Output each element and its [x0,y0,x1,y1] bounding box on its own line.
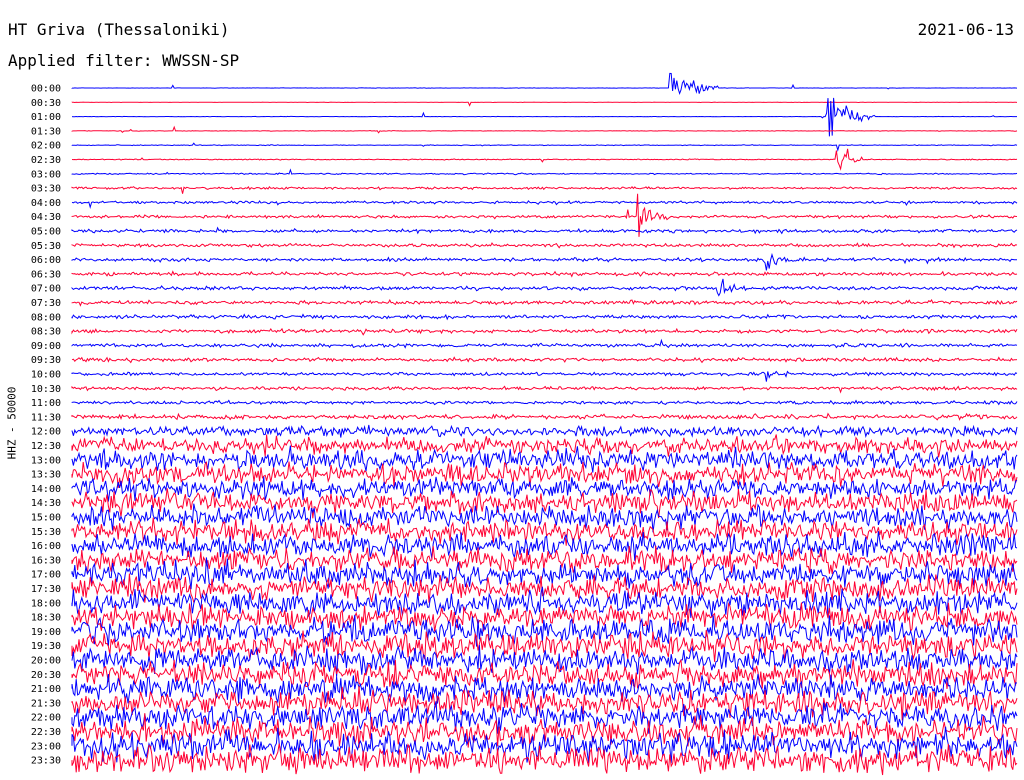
trace-line-1030 [71,385,1018,394]
time-tick-label: 12:00 [31,427,61,438]
trace-line-1100 [71,399,1018,406]
time-tick-label: 02:30 [31,155,61,166]
time-tick-label: 03:30 [31,184,61,195]
trace-line-0800 [71,313,1018,321]
time-tick-label: 22:00 [31,713,61,724]
time-tick-label: 08:00 [31,312,61,323]
trace-line-0730 [71,299,1018,307]
trace-line-1130 [71,412,1018,421]
helicorder-plot: 00:00 00:30 01:00 01:30 02:00 02:30 03:00 03:30… [31,72,1018,776]
trace-line-1230 [71,434,1018,458]
trace-line-0000 [71,72,1018,96]
trace-line-1600 [71,531,1018,561]
time-tick-label: 14:30 [31,498,61,509]
time-tick-labels: 00:00 00:30 01:00 01:30 02:00 02:30 03:00 03:30… [31,84,61,767]
time-tick-label: 07:30 [31,298,61,309]
time-tick-label: 02:00 [31,141,61,152]
trace-line-2200 [71,701,1018,734]
trace-line-0230 [71,148,1018,171]
trace-line-0830 [71,327,1018,336]
time-tick-label: 20:00 [31,656,61,667]
time-tick-label: 08:30 [31,327,61,338]
time-tick-label: 04:00 [31,198,61,209]
time-tick-label: 23:30 [31,756,61,767]
time-tick-label: 14:00 [31,484,61,495]
trace-group [71,72,1018,776]
time-tick-label: 11:00 [31,398,61,409]
trace-line-2000 [71,644,1018,677]
trace-line-0300 [71,168,1018,176]
trace-line-0600 [71,252,1017,271]
trace-line-0430 [71,193,1018,237]
time-tick-label: 21:30 [31,698,61,709]
time-tick-label: 19:00 [31,627,61,638]
time-tick-label: 06:00 [31,255,61,266]
time-tick-label: 09:30 [31,355,61,366]
time-tick-label: 06:30 [31,269,61,280]
time-tick-label: 18:30 [31,613,61,624]
trace-line-1000 [71,370,1018,382]
time-tick-label: 03:00 [31,169,61,180]
time-tick-label: 04:30 [31,212,61,223]
time-tick-label: 16:00 [31,541,61,552]
trace-line-0530 [71,242,1018,249]
trace-line-0130 [71,125,1018,134]
trace-line-0330 [71,185,1018,194]
time-tick-label: 12:30 [31,441,61,452]
trace-line-0200 [71,142,1018,152]
trace-line-0900 [71,338,1018,349]
trace-line-0500 [71,226,1018,235]
trace-line-0930 [71,356,1018,364]
time-tick-label: 07:00 [31,284,61,295]
time-tick-label: 17:00 [31,570,61,581]
time-tick-label: 05:00 [31,227,61,238]
trace-line-1330 [71,461,1018,488]
time-tick-label: 20:30 [31,670,61,681]
time-tick-label: 21:00 [31,684,61,695]
trace-line-1930 [71,630,1018,662]
time-tick-label: 09:00 [31,341,61,352]
time-tick-label: 13:30 [31,470,61,481]
time-tick-label: 10:00 [31,370,61,381]
time-tick-label: 05:30 [31,241,61,252]
time-tick-label: 01:30 [31,126,61,137]
time-tick-label: 15:00 [31,513,61,524]
time-tick-label: 01:00 [31,112,61,123]
time-tick-label: 11:30 [31,412,61,423]
time-tick-label: 00:30 [31,98,61,109]
time-tick-label: 16:30 [31,555,61,566]
time-tick-label: 22:30 [31,727,61,738]
trace-line-2330 [71,743,1018,776]
trace-line-0400 [71,199,1018,210]
trace-line-1200 [71,424,1018,439]
time-tick-label: 10:30 [31,384,61,395]
time-tick-label: 23:00 [31,741,61,752]
time-tick-label: 00:00 [31,84,61,95]
time-tick-label: 17:30 [31,584,61,595]
time-tick-label: 19:30 [31,641,61,652]
trace-line-0030 [71,101,1018,107]
time-tick-label: 18:00 [31,598,61,609]
time-tick-label: 15:30 [31,527,61,538]
trace-line-0630 [71,270,1018,278]
time-tick-label: 13:00 [31,455,61,466]
trace-line-0700 [71,278,1018,297]
